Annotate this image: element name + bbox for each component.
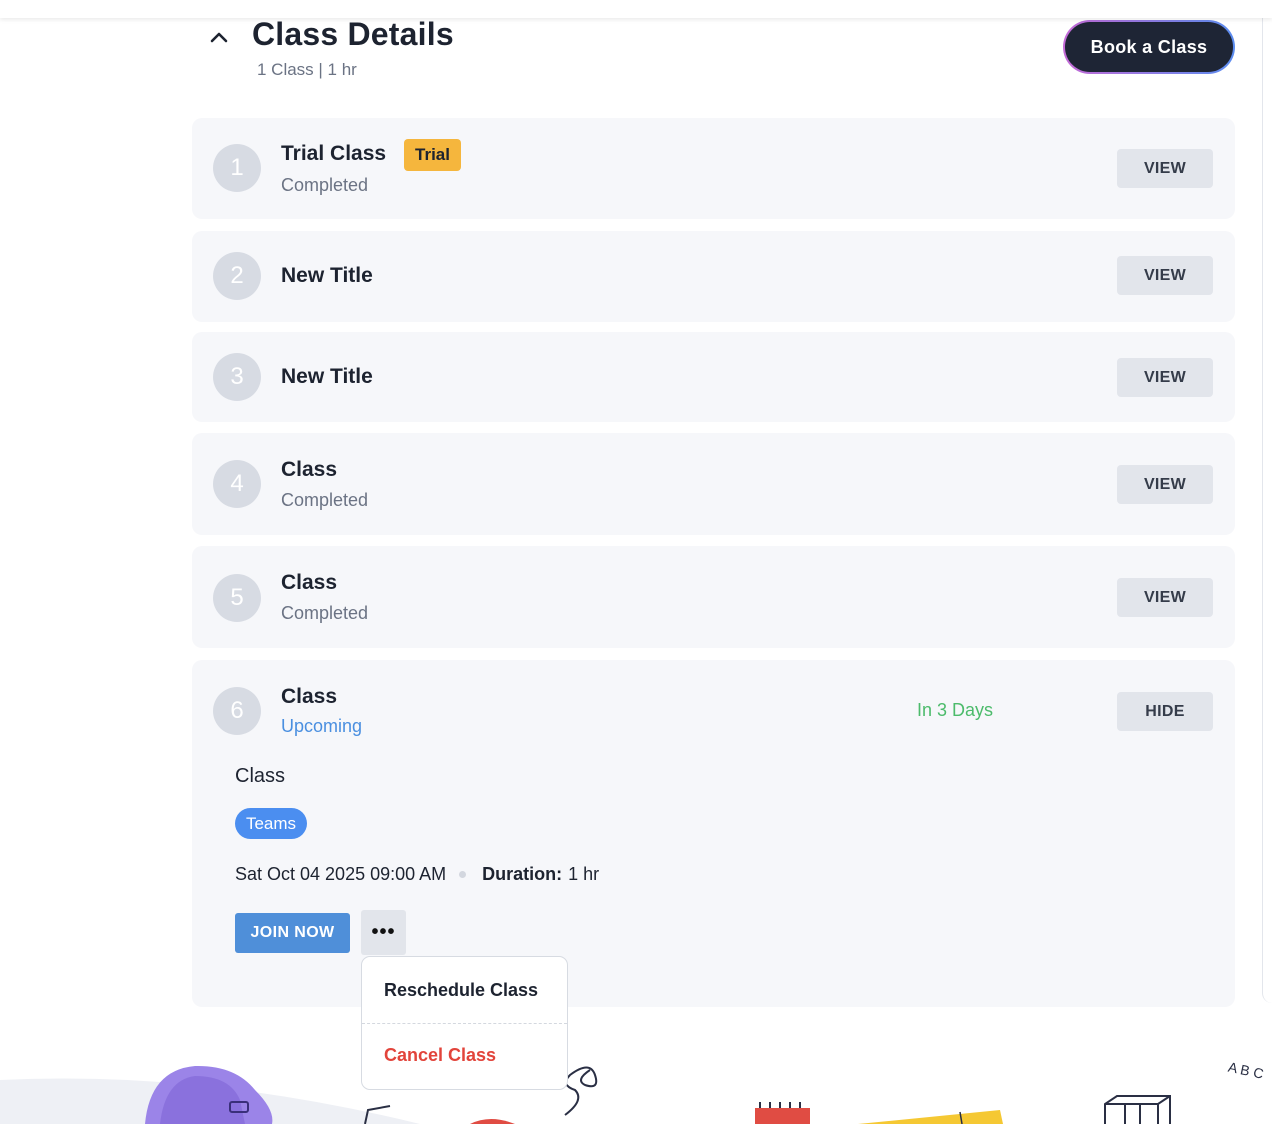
- footer-illustration: A B C: [0, 1059, 1265, 1124]
- class-title: New Title: [281, 365, 373, 388]
- class-number: 2: [213, 252, 261, 300]
- class-options-menu: Reschedule Class Cancel Class: [361, 956, 568, 1090]
- class-number: 1: [213, 144, 261, 192]
- class-title: Class: [281, 458, 338, 481]
- class-title: Class: [281, 571, 338, 594]
- class-status: Upcoming: [281, 716, 363, 736]
- class-number: 3: [213, 353, 261, 401]
- page-subtitle: 1 Class | 1 hr: [257, 60, 357, 79]
- class-status: Completed: [281, 490, 369, 510]
- view-button[interactable]: VIEW: [1117, 256, 1213, 295]
- top-bar: [0, 0, 1272, 18]
- hide-button[interactable]: HIDE: [1117, 692, 1213, 731]
- class-number: 5: [213, 574, 261, 622]
- class-card-4: 4 Class Completed VIEW: [192, 433, 1235, 535]
- reschedule-class-item[interactable]: Reschedule Class: [384, 980, 538, 1001]
- class-number: 4: [213, 460, 261, 508]
- notepad-icon: [755, 1102, 810, 1124]
- page-title: Class Details: [252, 16, 454, 52]
- abc-text: A B C: [1227, 1059, 1265, 1082]
- class-status: Completed: [281, 175, 369, 195]
- chevron-up-icon[interactable]: [208, 26, 230, 48]
- class-card-1: 1 Trial Class Trial Completed VIEW: [192, 118, 1235, 219]
- trial-badge: Trial: [404, 139, 461, 171]
- class-number: 6: [213, 687, 261, 735]
- view-button[interactable]: VIEW: [1117, 358, 1213, 397]
- duration-label: Duration:: [482, 864, 563, 884]
- class-schedule: Sat Oct 04 2025 09:00 AM Duration: 1 hr: [235, 864, 599, 885]
- class-datetime: Sat Oct 04 2025 09:00 AM: [235, 864, 447, 884]
- view-button[interactable]: VIEW: [1117, 578, 1213, 617]
- menu-divider: [362, 1023, 567, 1024]
- separator-dot: [459, 871, 467, 878]
- view-button[interactable]: VIEW: [1117, 149, 1213, 188]
- class-card-6: 6 Class Upcoming In 3 Days HIDE Class Te…: [192, 660, 1235, 1007]
- cancel-class-item[interactable]: Cancel Class: [384, 1045, 496, 1066]
- class-status: Completed: [281, 603, 369, 623]
- cube-icon: [1104, 1095, 1171, 1124]
- join-now-button[interactable]: JOIN NOW: [235, 913, 350, 953]
- class-card-5: 5 Class Completed VIEW: [192, 546, 1235, 648]
- class-detail-name: Class: [235, 765, 286, 787]
- book-class-button[interactable]: Book a Class: [1063, 20, 1235, 74]
- class-title: New Title: [281, 264, 373, 287]
- more-options-icon[interactable]: •••: [361, 910, 406, 955]
- view-button[interactable]: VIEW: [1117, 465, 1213, 504]
- class-card-3: 3 New Title VIEW: [192, 332, 1235, 422]
- platform-badge: Teams: [235, 808, 307, 839]
- duration-value: 1 hr: [568, 864, 600, 884]
- class-title: Trial Class: [281, 142, 387, 165]
- side-panel-edge: [1262, 18, 1272, 1003]
- class-card-2: 2 New Title VIEW: [192, 231, 1235, 322]
- class-title: Class: [281, 685, 338, 708]
- backpack-icon: [145, 1065, 273, 1124]
- countdown-text: In 3 Days: [917, 700, 994, 720]
